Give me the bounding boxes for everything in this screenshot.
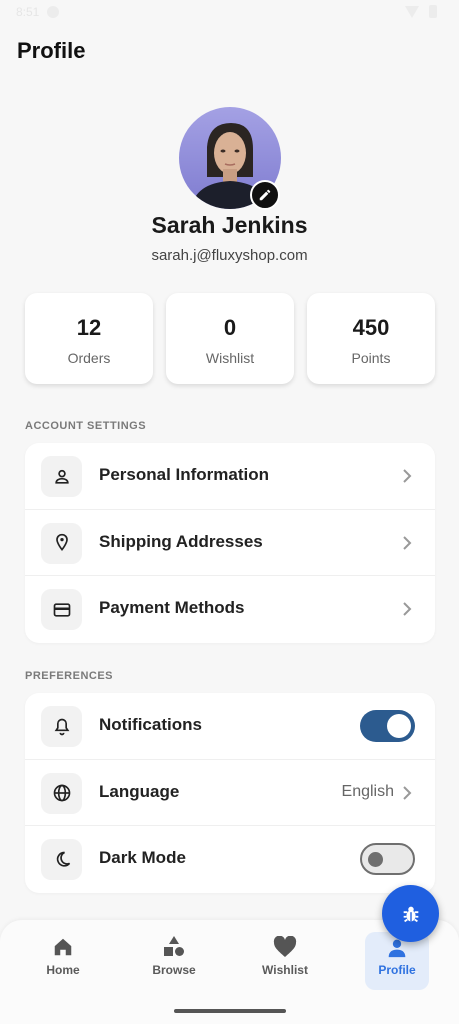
avatar-container [179,107,281,210]
user-email: sarah.j@fluxyshop.com [151,247,308,264]
settings-item-label: Dark Mode [99,848,186,867]
notification-dot-icon [47,6,60,18]
home-icon [54,938,72,956]
stat-label: Wishlist [205,350,255,366]
status-bar: 8:51 [0,0,459,26]
settings-item-label: Payment Methods [99,598,245,617]
settings-item-payment-methods[interactable]: Payment Methods [25,576,435,643]
settings-item-dark-mode: Dark Mode [25,826,435,893]
bug-icon [403,906,418,922]
section-label-account-settings: ACCOUNT SETTINGS [25,420,147,432]
globe-icon [41,772,82,814]
toggle-knob [368,852,383,867]
edit-avatar-button[interactable] [250,180,280,210]
page-title: Profile [17,38,86,63]
moon-icon [41,839,82,880]
settings-item-label: Shipping Addresses [99,531,263,551]
nav-item-home[interactable]: Home [31,932,95,990]
chevron-right-icon [403,602,412,616]
debug-fab-button[interactable] [382,885,439,942]
settings-item-label: Personal Information [99,465,270,484]
nav-item-profile[interactable]: Profile [365,932,429,990]
stat-card-points[interactable]: 450 Points [307,293,435,384]
section-label-preferences: PREFERENCES [25,670,114,682]
chevron-right-icon [403,785,412,800]
stat-value: 0 [223,315,237,340]
stat-value: 450 [352,315,390,340]
settings-item-shipping-addresses[interactable]: Shipping Addresses [25,510,435,576]
settings-item-personal-information[interactable]: Personal Information [25,443,435,510]
user-name: Sarah Jenkins [151,212,308,238]
pencil-icon [259,189,271,201]
nav-item-wishlist[interactable]: Wishlist [253,932,317,990]
settings-item-language[interactable]: Language English [25,760,435,826]
person-icon [41,456,82,497]
wifi-icon [405,5,419,18]
battery-icon [429,5,437,18]
settings-item-label: Language [99,781,180,801]
language-value: English [341,782,394,800]
settings-item-label: Notifications [99,715,202,734]
account-settings-group: Personal Information Shipping Addresses … [25,443,435,643]
chevron-right-icon [403,469,412,483]
toggle-knob [387,714,411,738]
location-pin-icon [41,522,82,564]
nav-label: Home [46,963,80,977]
home-indicator[interactable] [174,1009,286,1013]
credit-card-icon [41,589,82,630]
preferences-group: Notifications Language English Dark Mode [25,693,435,893]
stat-label: Orders [67,350,111,366]
nav-label: Browse [152,963,196,977]
shapes-icon [164,936,184,956]
nav-label: Wishlist [262,963,308,977]
heart-icon [273,936,297,957]
stat-label: Points [351,350,391,366]
stat-card-wishlist[interactable]: 0 Wishlist [166,293,294,384]
status-time: 8:51 [16,5,40,19]
nav-label: Profile [378,963,416,977]
dark-mode-toggle[interactable] [360,843,415,875]
nav-item-browse[interactable]: Browse [142,932,206,990]
notifications-toggle[interactable] [360,710,415,742]
bell-icon [41,706,82,747]
stat-card-orders[interactable]: 12 Orders [25,293,153,384]
chevron-right-icon [403,535,412,550]
stat-value: 12 [76,315,102,340]
settings-item-notifications: Notifications [25,693,435,760]
